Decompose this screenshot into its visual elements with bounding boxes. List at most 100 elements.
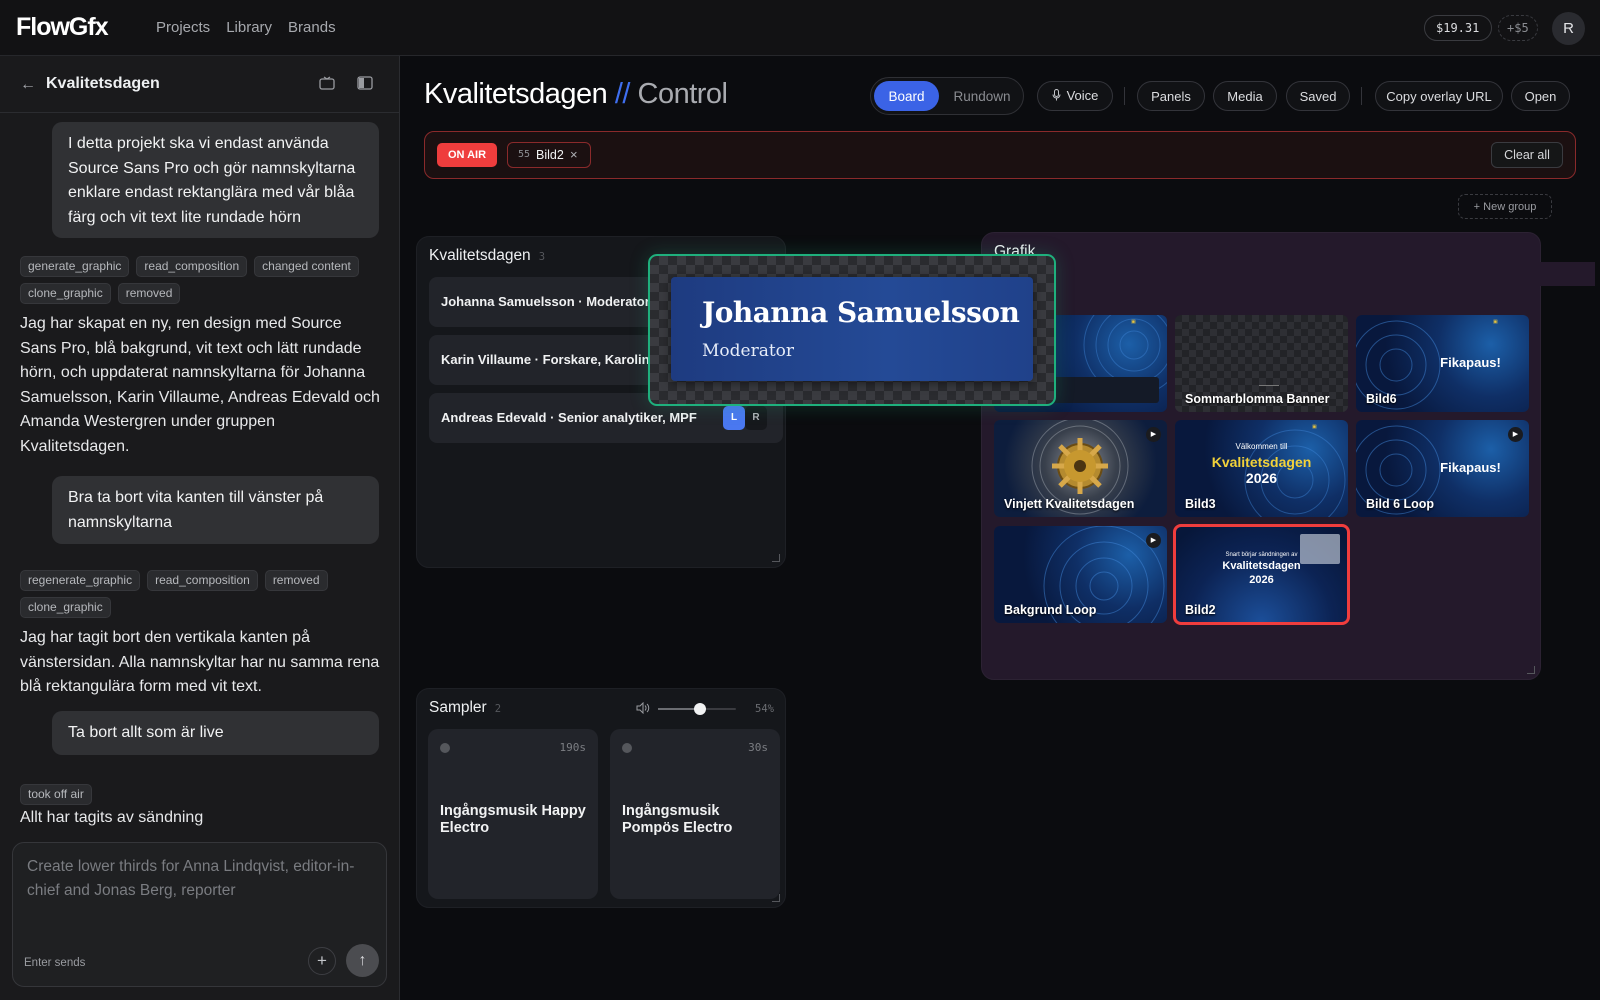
group-name: Kvalitetsdagen bbox=[429, 247, 531, 264]
tool-tag: regenerate_graphic bbox=[20, 570, 141, 591]
microphone-icon bbox=[1052, 89, 1061, 101]
group-count: 3 bbox=[538, 251, 546, 263]
tile-label: Bild3 bbox=[1185, 497, 1216, 511]
app-logo[interactable]: FlowGfx bbox=[16, 13, 109, 42]
voice-button[interactable]: Voice bbox=[1037, 81, 1113, 111]
close-icon[interactable]: × bbox=[570, 143, 578, 167]
back-arrow-icon[interactable]: ← bbox=[20, 76, 36, 94]
play-icon[interactable]: ▶ bbox=[1146, 427, 1161, 442]
play-icon[interactable]: ▶ bbox=[1146, 533, 1161, 548]
graphic-tile[interactable]: Sommarblomma Banner bbox=[1175, 315, 1348, 412]
tile-label: Vinjett Kvalitetsdagen bbox=[1004, 497, 1135, 511]
toolbar-divider bbox=[1361, 87, 1362, 105]
group-header: Kvalitetsdagen 3 bbox=[429, 247, 545, 265]
group-count: 2 bbox=[494, 703, 502, 715]
balance-badge[interactable]: $19.31 bbox=[1424, 15, 1492, 41]
assistant-message: Jag har tagit bort den vertikala kanten … bbox=[20, 629, 380, 695]
graphic-tile[interactable]: ▶ Vinjett Kvalitetsdagen bbox=[994, 420, 1167, 517]
send-button[interactable]: ↑ bbox=[346, 944, 379, 977]
play-icon[interactable]: ▶ bbox=[1508, 427, 1523, 442]
view-toggle: Board Rundown bbox=[870, 77, 1024, 115]
sampler-pad[interactable]: 30s Ingångsmusik Pompös Electro bbox=[610, 729, 780, 899]
volume-knob[interactable] bbox=[694, 703, 707, 715]
user-message: Bra ta bort vita kanten till vänster på … bbox=[52, 476, 379, 544]
attach-button[interactable]: + bbox=[308, 947, 336, 975]
graphic-tile[interactable]: Fikapaus! ▶ Bild 6 Loop bbox=[1356, 420, 1529, 517]
status-dot bbox=[440, 743, 450, 753]
grafik-panel: Grafik ▣ Sommarblomma Banner Fikapaus! ▣… bbox=[981, 232, 1541, 680]
on-air-bar: ON AIR 55 Bild2 × Clear all bbox=[424, 131, 1576, 179]
nav-brands[interactable]: Brands bbox=[288, 19, 336, 36]
tile-label: Bild2 bbox=[1185, 603, 1216, 617]
nav-projects[interactable]: Projects bbox=[156, 19, 210, 36]
nav-library[interactable]: Library bbox=[226, 19, 272, 36]
preview-box: Johanna Samuelsson Moderator bbox=[671, 277, 1033, 381]
graphic-tile[interactable]: ▶ Bakgrund Loop bbox=[994, 526, 1167, 623]
tool-tag: read_composition bbox=[147, 570, 258, 591]
lower-third-label: Andreas Edevald · Senior analytiker, MPF bbox=[441, 410, 697, 425]
tool-tag: clone_graphic bbox=[20, 283, 111, 304]
open-button[interactable]: Open bbox=[1511, 81, 1570, 111]
top-nav: Projects Library Brands bbox=[156, 19, 336, 36]
speaker-icon[interactable] bbox=[636, 702, 650, 714]
resize-handle[interactable] bbox=[772, 894, 780, 902]
user-message: Ta bort allt som är live bbox=[52, 711, 379, 755]
tile-label: Bild 6 Loop bbox=[1366, 497, 1435, 511]
sampler-pad[interactable]: 190s Ingångsmusik Happy Electro bbox=[428, 729, 598, 899]
copy-overlay-url-button[interactable]: Copy overlay URL bbox=[1375, 81, 1503, 111]
lower-third-preview: Johanna Samuelsson Moderator bbox=[648, 254, 1056, 406]
graphic-tile[interactable]: Välkommen till Kvalitetsdagen 2026 ▣ Bil… bbox=[1175, 420, 1348, 517]
sampler-panel: Sampler 2 54% 190s Ingångsmusik Happy Ele… bbox=[416, 688, 786, 908]
tool-tag: clone_graphic bbox=[20, 597, 111, 618]
on-air-badge: ON AIR bbox=[437, 143, 497, 167]
resize-handle[interactable] bbox=[1527, 666, 1535, 674]
tile-small-text: Välkommen till bbox=[1235, 442, 1288, 451]
right-button[interactable]: R bbox=[745, 406, 767, 430]
chip-number: 55 bbox=[518, 149, 531, 160]
user-avatar[interactable]: R bbox=[1552, 12, 1585, 45]
pad-title: Ingångsmusik Pompös Electro bbox=[622, 803, 733, 836]
left-button[interactable]: L bbox=[723, 406, 745, 430]
pad-duration: 30s bbox=[748, 741, 768, 754]
tab-board[interactable]: Board bbox=[874, 81, 939, 111]
group-name: Sampler bbox=[429, 699, 487, 716]
tool-tag: removed bbox=[264, 570, 328, 591]
chat-input[interactable] bbox=[27, 855, 372, 925]
clear-all-button[interactable]: Clear all bbox=[1491, 142, 1563, 168]
resize-handle[interactable] bbox=[772, 554, 780, 562]
on-air-chip[interactable]: 55 Bild2 × bbox=[507, 142, 591, 168]
tile-year: 2026 bbox=[1245, 470, 1278, 486]
assistant-message: Jag har skapat en ny, ren design med Sou… bbox=[20, 315, 380, 455]
composer-hint: Enter sends bbox=[24, 957, 86, 969]
graphic-tile-on-air[interactable]: Snart börjar sändningen av Kvalitetsdage… bbox=[1173, 524, 1350, 625]
chat-thread: I detta projekt ska vi endast använda So… bbox=[0, 114, 399, 886]
tab-rundown[interactable]: Rundown bbox=[943, 81, 1021, 111]
add-credit-button[interactable]: +$5 bbox=[1498, 15, 1538, 41]
saved-button[interactable]: Saved bbox=[1286, 81, 1350, 111]
tile-label: Bakgrund Loop bbox=[1004, 603, 1097, 617]
media-button[interactable]: Media bbox=[1213, 81, 1277, 111]
tv-icon[interactable] bbox=[319, 76, 335, 90]
chat-composer: Enter sends + ↑ bbox=[12, 842, 387, 987]
control-main: Kvalitetsdagen // Control Board Rundown … bbox=[400, 56, 1600, 1000]
tile-label: Sommarblomma Banner bbox=[1185, 392, 1330, 406]
crest-logo-icon: ▣ bbox=[1131, 319, 1136, 325]
group-header: Sampler 2 bbox=[429, 699, 501, 717]
tool-tag: removed bbox=[117, 283, 181, 304]
toolbar-divider bbox=[1124, 87, 1125, 105]
pad-title: Ingångsmusik Happy Electro bbox=[440, 803, 586, 836]
preview-name: Johanna Samuelsson bbox=[702, 296, 1020, 329]
tile-year: 2026 bbox=[1249, 574, 1274, 586]
new-group-button[interactable]: + New group bbox=[1458, 194, 1552, 219]
tile-headline: Fikapaus! bbox=[1440, 460, 1501, 475]
panels-button[interactable]: Panels bbox=[1137, 81, 1205, 111]
volume-slider[interactable] bbox=[658, 703, 736, 715]
panel-toggle-icon[interactable] bbox=[357, 76, 373, 90]
assistant-message: Allt har tagits av sändning bbox=[20, 809, 204, 826]
title-separator: // bbox=[614, 78, 631, 110]
sidebar-title: Kvalitetsdagen bbox=[46, 75, 160, 92]
sidebar-header: ← Kvalitetsdagen bbox=[0, 56, 399, 113]
lower-third-label: Johanna Samuelsson · Moderator bbox=[441, 294, 650, 309]
graphic-tile[interactable]: Fikapaus! ▣ Bild6 bbox=[1356, 315, 1529, 412]
title-subtitle: Control bbox=[637, 78, 729, 110]
